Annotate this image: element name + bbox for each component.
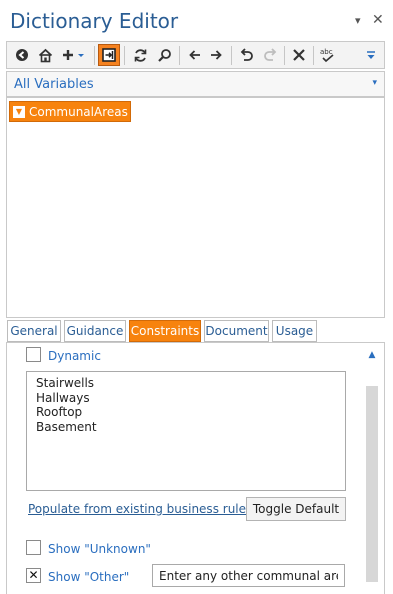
scroll-thumb[interactable]: [366, 386, 378, 582]
delete-icon[interactable]: [288, 44, 310, 66]
close-icon[interactable]: ✕: [372, 12, 384, 28]
variable-filter-value: All Variables: [14, 77, 94, 92]
scroll-up-icon[interactable]: ▲: [365, 350, 379, 362]
list-item[interactable]: Stairwells: [36, 376, 336, 391]
collapse-icon[interactable]: ▼: [13, 105, 25, 118]
tree-node-label: CommunalAreas: [29, 104, 128, 119]
tab-guidance[interactable]: Guidance: [64, 320, 126, 342]
toolbar-separator: [179, 46, 180, 65]
other-prompt-input[interactable]: [152, 564, 345, 587]
tab-constraints[interactable]: Constraints: [129, 320, 201, 342]
add-icon[interactable]: [59, 44, 89, 66]
toolbar: abc: [6, 41, 385, 69]
svg-text:abc: abc: [320, 48, 333, 56]
toolbar-separator: [94, 46, 95, 65]
refresh-icon[interactable]: [129, 44, 151, 66]
show-other-checkbox[interactable]: ✕: [26, 568, 41, 583]
chevron-down-icon: ▾: [372, 78, 377, 88]
list-item[interactable]: Hallways: [36, 391, 336, 406]
list-item[interactable]: Rooftop: [36, 405, 336, 420]
panel-title: Dictionary Editor: [10, 9, 179, 33]
dynamic-checkbox[interactable]: [26, 347, 41, 362]
tab-document[interactable]: Document: [204, 320, 269, 342]
title-bar: Dictionary Editor ▾ ✕: [0, 0, 393, 40]
dynamic-label: Dynamic: [48, 349, 101, 363]
toolbar-separator: [124, 46, 125, 65]
search-icon[interactable]: [153, 44, 175, 66]
arrow-right-icon[interactable]: [205, 44, 227, 66]
back-circle-icon[interactable]: [11, 44, 33, 66]
populate-link[interactable]: Populate from existing business rules: [28, 502, 252, 516]
tab-usage[interactable]: Usage: [272, 320, 317, 342]
toolbar-separator: [313, 46, 314, 65]
list-item[interactable]: Basement: [36, 420, 336, 435]
spellcheck-icon[interactable]: abc: [317, 44, 343, 66]
toolbar-separator: [284, 46, 285, 65]
arrow-left-icon[interactable]: [184, 44, 206, 66]
variable-filter-select[interactable]: All Variables ▾: [6, 71, 385, 97]
undo-icon[interactable]: [235, 44, 257, 66]
variable-tree: ▼ CommunalAreas: [6, 97, 385, 318]
tab-general[interactable]: General: [7, 320, 61, 342]
home-icon[interactable]: [34, 44, 56, 66]
show-unknown-label: Show "Unknown": [48, 542, 151, 556]
insert-variable-icon[interactable]: [98, 44, 120, 66]
overflow-icon[interactable]: [363, 44, 379, 66]
toolbar-separator: [231, 46, 232, 65]
show-unknown-checkbox[interactable]: [26, 540, 41, 555]
show-other-label: Show "Other": [48, 570, 130, 584]
values-list[interactable]: Stairwells Hallways Rooftop Basement: [26, 371, 346, 491]
redo-icon[interactable]: [259, 44, 281, 66]
panel-menu-icon[interactable]: ▾: [355, 14, 361, 27]
scrollbar[interactable]: ▲: [365, 346, 379, 594]
toggle-default-button[interactable]: Toggle Default: [246, 497, 346, 521]
property-tabs: General Guidance Constraints Document Us…: [6, 320, 385, 342]
tree-node-communal-areas[interactable]: ▼ CommunalAreas: [9, 101, 131, 122]
